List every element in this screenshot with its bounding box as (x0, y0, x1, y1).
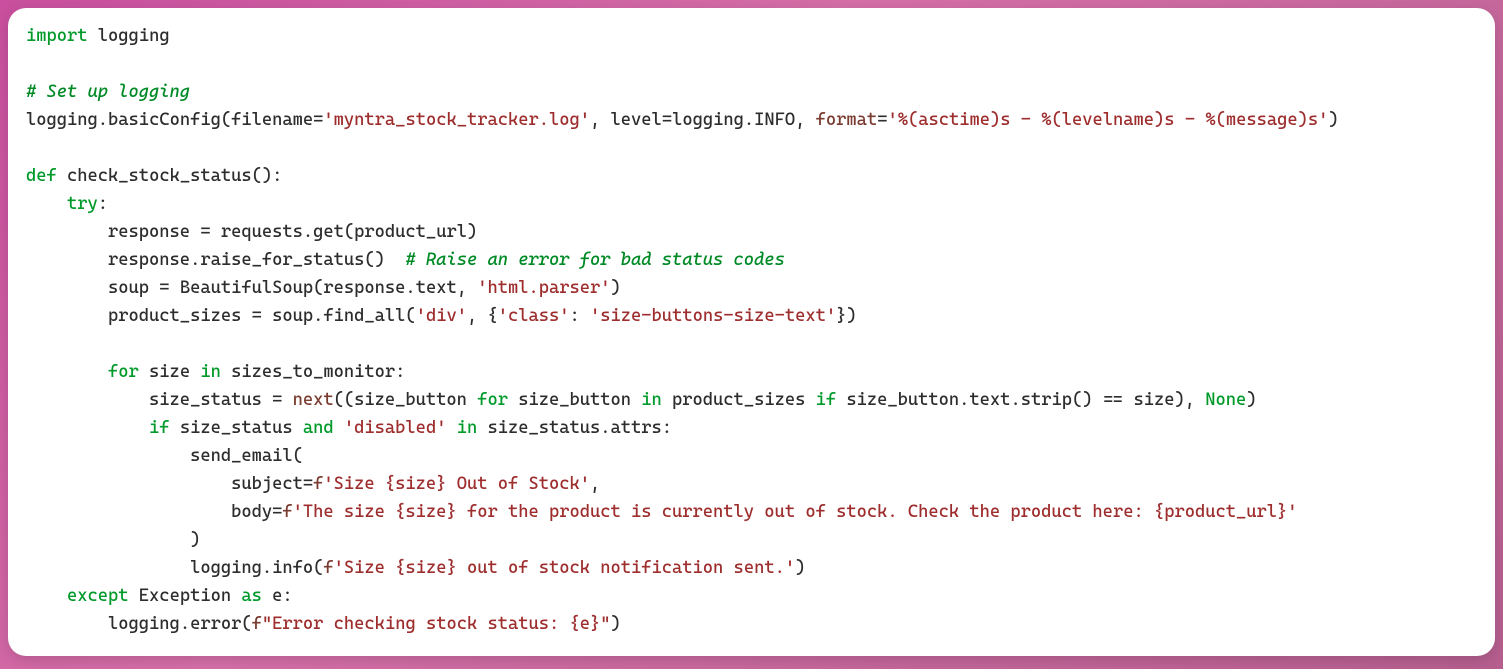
code-block: import logging # Set up logging logging.… (26, 22, 1477, 638)
str-filename: 'myntra_stock_tracker.log' (323, 110, 590, 130)
kw-import: import (26, 26, 88, 46)
kw-and: and (303, 418, 334, 438)
kw-if: if (149, 418, 170, 438)
str-format: '%(asctime)s - %(levelname)s - %(message… (887, 110, 1328, 130)
kw-except: except (67, 586, 129, 606)
str-info: 'Size {size} out of stock notification s… (334, 558, 795, 578)
kw-in: in (200, 362, 221, 382)
func-check-stock: check_stock_status (67, 166, 252, 186)
mod-logging: logging (98, 26, 170, 46)
kw-def: def (26, 166, 57, 186)
kw-try: try (67, 194, 98, 214)
name-logging: logging (26, 110, 98, 130)
call-send-email: send_email( (190, 446, 303, 466)
comment-setup: # Set up logging (26, 82, 190, 102)
code-card: import logging # Set up logging logging.… (8, 8, 1495, 656)
str-subject: 'Size {size} Out of Stock' (323, 474, 590, 494)
kw-for: for (108, 362, 139, 382)
str-error: "Error checking stock status: {e}" (262, 614, 611, 634)
func-basicConfig: basicConfig (108, 110, 221, 130)
str-body: 'The size {size} for the product is curr… (293, 502, 1298, 522)
comment-raise: # Raise an error for bad status codes (405, 250, 784, 270)
const-none: None (1205, 390, 1246, 410)
kw-as: as (241, 586, 262, 606)
